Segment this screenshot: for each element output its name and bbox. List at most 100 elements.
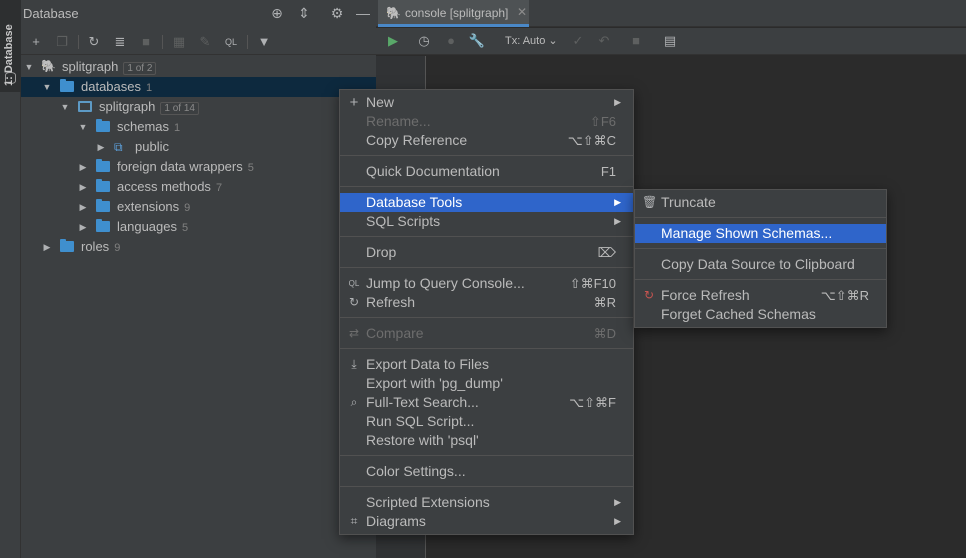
run-icon[interactable]: ▶	[384, 32, 402, 50]
chevron-right-icon[interactable]: ▶	[95, 137, 107, 157]
database-tool-tab[interactable]: 1: Database	[0, 0, 21, 92]
tree-node-count: 9	[114, 242, 121, 254]
menu-item-manage-shown-schemas[interactable]: Manage Shown Schemas...	[635, 224, 886, 243]
menu-item-full-text-search[interactable]: ⌕ Full-Text Search... ⌥⇧⌘F	[340, 393, 633, 412]
database-icon	[78, 101, 92, 112]
submenu-arrow-icon: ▶	[614, 497, 621, 507]
chevron-down-icon[interactable]: ▼	[23, 57, 35, 77]
query-console-icon: QL	[348, 279, 360, 288]
tree-node-count: 5	[247, 162, 254, 174]
folder-icon	[60, 239, 74, 252]
filter-icon[interactable]: ▼	[256, 33, 272, 51]
table-icon[interactable]: ▦	[171, 33, 187, 51]
gear-icon[interactable]: ⚙	[329, 5, 345, 21]
chevron-down-icon[interactable]: ▼	[59, 97, 71, 117]
folder-icon	[96, 219, 110, 232]
cancel-icon[interactable]: ■	[627, 32, 645, 50]
submenu-arrow-icon: ▶	[614, 516, 621, 526]
menu-item-sql-scripts[interactable]: SQL Scripts ▶	[340, 212, 633, 231]
tree-node-count: 1	[146, 82, 153, 94]
tab-console[interactable]: 🐘 console [splitgraph] ✕	[378, 0, 529, 27]
menu-item-copy-reference[interactable]: Copy Reference ⌥⇧⌘C	[340, 131, 633, 150]
tree-node-label: public	[135, 139, 169, 154]
menu-item-color-settings[interactable]: Color Settings...	[340, 462, 633, 481]
database-tools-submenu: 🗑 Truncate Manage Shown Schemas... Copy …	[634, 189, 887, 328]
properties-icon[interactable]: ≣	[112, 33, 128, 51]
menu-item-export-data-to-files[interactable]: ⤓ Export Data to Files	[340, 355, 633, 374]
tree-node-roles[interactable]: ▶ roles 9	[21, 237, 376, 257]
tree-node-label: languages	[117, 219, 177, 234]
menu-item-diagrams[interactable]: ⌗ Diagrams ▶	[340, 512, 633, 531]
editor-tab-bar: 🐘 console [splitgraph] ✕	[376, 0, 966, 27]
tree-node-access-methods[interactable]: ▶ access methods 7	[21, 177, 376, 197]
tree-node-badge: 1 of 14	[160, 102, 199, 115]
transaction-mode-dropdown[interactable]: Tx: Auto ⌄	[505, 34, 558, 47]
database-panel-header: Database ⊕ ⇕ ⚙ —	[21, 0, 376, 27]
menu-item-forget-cached-schemas[interactable]: Forget Cached Schemas	[635, 305, 886, 324]
menu-item-new[interactable]: + New ▶	[340, 93, 633, 112]
tree-node-foreign-data-wrappers[interactable]: ▶ foreign data wrappers 5	[21, 157, 376, 177]
tree-node-count: 1	[174, 122, 181, 134]
tree-node-label: splitgraph	[99, 99, 156, 114]
refresh-icon: ↻	[348, 295, 360, 309]
stop-icon[interactable]: ■	[138, 33, 154, 51]
menu-item-compare[interactable]: ⇄ Compare ⌘D	[340, 324, 633, 343]
query-console-icon[interactable]: QL	[223, 33, 239, 51]
folder-icon	[96, 179, 110, 192]
tree-node-datasource[interactable]: ▼ 🐘 splitgraph 1 of 2	[21, 57, 376, 77]
history-icon[interactable]: ◷	[415, 32, 433, 50]
tree-node-extensions[interactable]: ▶ extensions 9	[21, 197, 376, 217]
tree-node-databases[interactable]: ▼ databases 1	[21, 77, 376, 97]
folder-icon	[96, 159, 110, 172]
menu-item-copy-data-source-to-clipboard[interactable]: Copy Data Source to Clipboard	[635, 255, 886, 274]
context-menu: + New ▶ Rename... ⇧F6 Copy Reference ⌥⇧⌘…	[339, 89, 634, 535]
tree-node-count: 5	[182, 222, 189, 234]
menu-item-export-with-pg-dump[interactable]: Export with 'pg_dump'	[340, 374, 633, 393]
menu-item-truncate[interactable]: 🗑 Truncate	[635, 193, 886, 212]
download-icon: ⤓	[351, 357, 357, 371]
chevron-right-icon[interactable]: ▶	[77, 157, 89, 177]
postgresql-icon: 🐘	[386, 6, 401, 20]
tree-node-label: roles	[81, 239, 110, 254]
menu-item-scripted-extensions[interactable]: Scripted Extensions ▶	[340, 493, 633, 512]
database-tool-tab-label: 1: Database	[3, 24, 15, 86]
tool-window-strip: 1: Database	[0, 0, 21, 558]
menu-item-quick-documentation[interactable]: Quick Documentation F1	[340, 162, 633, 181]
menu-item-drop[interactable]: Drop ⌦	[340, 243, 633, 262]
tree-node-public[interactable]: ▶ ⧉ public	[21, 137, 376, 157]
trash-icon: 🗑	[642, 195, 658, 209]
commit-icon[interactable]: ✓	[569, 32, 587, 50]
tree-node-database[interactable]: ▼ splitgraph 1 of 14	[21, 97, 376, 117]
close-icon[interactable]: ✕	[517, 5, 527, 19]
rollback-icon[interactable]: ↶	[595, 32, 613, 50]
edit-icon[interactable]: ✎	[197, 33, 213, 51]
refresh-icon[interactable]: ↻	[86, 33, 102, 51]
chevron-right-icon[interactable]: ▶	[77, 217, 89, 237]
menu-item-refresh[interactable]: ↻ Refresh ⌘R	[340, 293, 633, 312]
add-icon[interactable]: +	[28, 33, 44, 51]
chevron-right-icon[interactable]: ▶	[77, 177, 89, 197]
menu-item-force-refresh[interactable]: ↻ Force Refresh ⌥⇧⌘R	[635, 286, 886, 305]
menu-item-restore-with-psql[interactable]: Restore with 'psql'	[340, 431, 633, 450]
chevron-down-icon[interactable]: ▼	[41, 77, 53, 97]
postgresql-icon: 🐘	[41, 59, 56, 73]
chevron-down-icon[interactable]: ▼	[77, 117, 89, 137]
chevron-right-icon[interactable]: ▶	[41, 237, 53, 257]
collapse-all-icon[interactable]: ⇕	[296, 5, 312, 21]
chevron-right-icon[interactable]: ▶	[77, 197, 89, 217]
chevron-down-icon: ⌄	[548, 35, 558, 47]
wrench-icon[interactable]: 🔧	[468, 32, 486, 50]
tree-node-languages[interactable]: ▶ languages 5	[21, 217, 376, 237]
submenu-arrow-icon: ▶	[614, 97, 621, 107]
menu-item-run-sql-script[interactable]: Run SQL Script...	[340, 412, 633, 431]
menu-item-database-tools[interactable]: Database Tools ▶	[340, 193, 633, 212]
menu-item-jump-to-query-console[interactable]: QL Jump to Query Console... ⇧⌘F10	[340, 274, 633, 293]
minimize-icon[interactable]: —	[355, 5, 371, 21]
stop-circle-icon[interactable]: ●	[442, 32, 460, 50]
submenu-arrow-icon: ▶	[614, 197, 621, 207]
crosshair-icon[interactable]: ⊕	[269, 5, 285, 21]
output-icon[interactable]: ▤	[661, 32, 679, 50]
menu-item-rename[interactable]: Rename... ⇧F6	[340, 112, 633, 131]
copy-icon[interactable]: ❐	[54, 33, 70, 51]
tree-node-schemas[interactable]: ▼ schemas 1	[21, 117, 376, 137]
